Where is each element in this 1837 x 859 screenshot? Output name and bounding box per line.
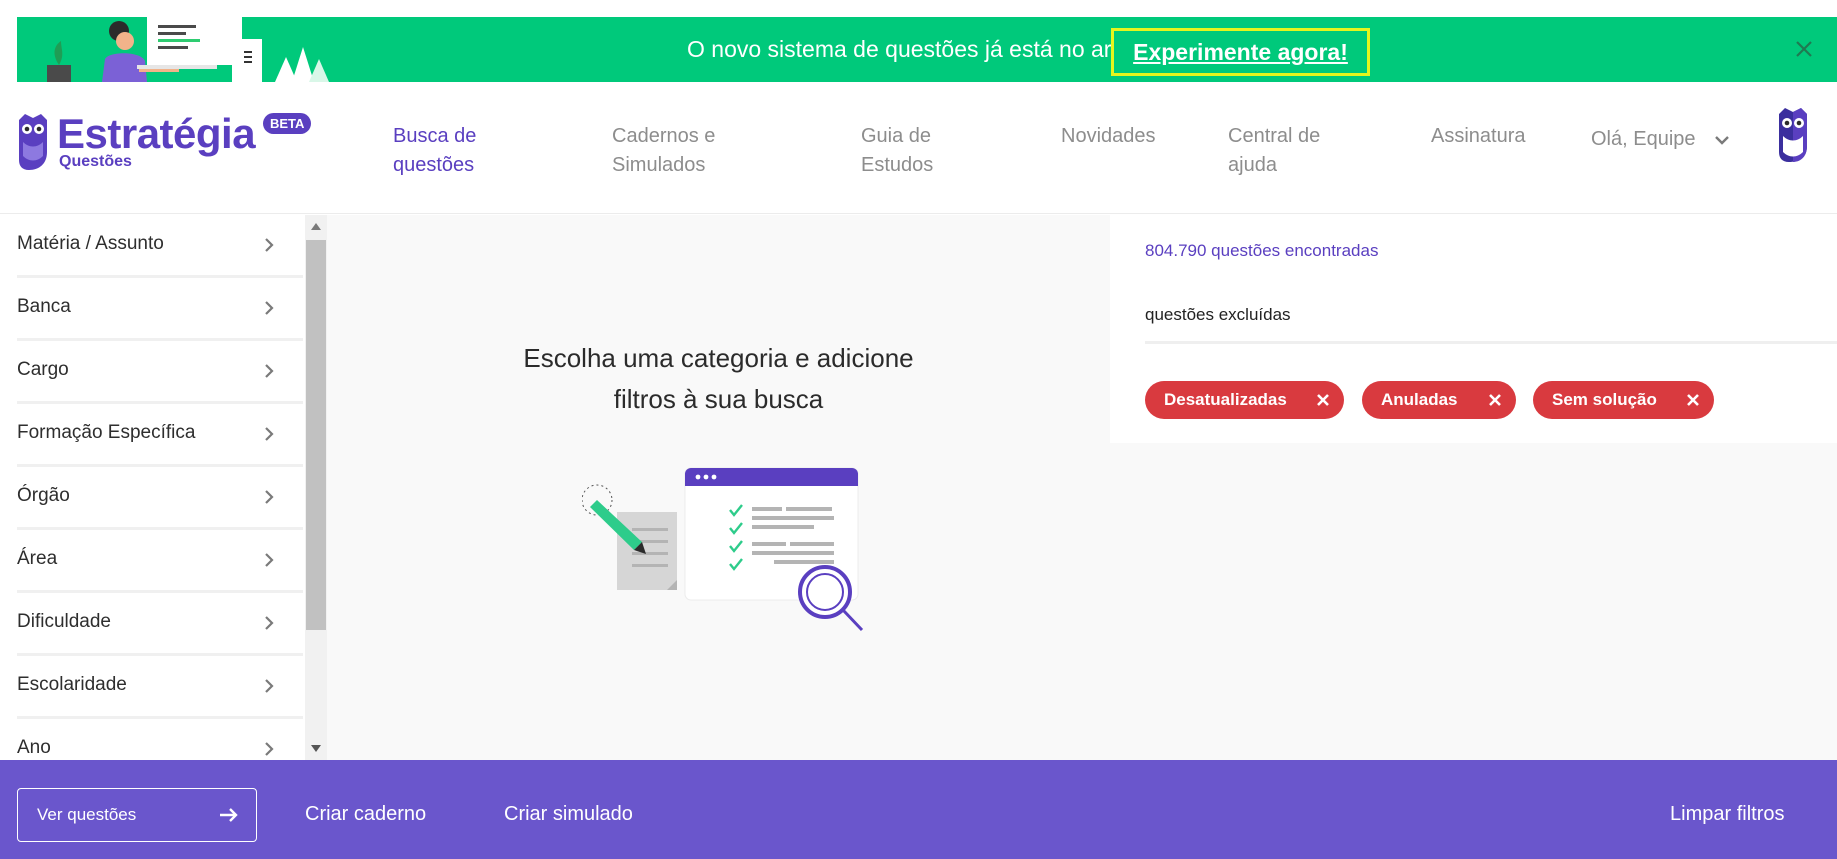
beta-badge: BETA xyxy=(263,113,312,134)
announcement-banner: O novo sistema de questões já está no ar… xyxy=(17,17,1837,82)
close-icon[interactable] xyxy=(1316,393,1330,407)
logo-subtitle: Questões xyxy=(59,153,132,170)
excluded-questions-title: questões excluídas xyxy=(1145,305,1291,324)
results-panel: 804.790 questões encontradas questões ex… xyxy=(1110,215,1837,760)
filter-label: Matéria / Assunto xyxy=(17,233,164,254)
filter-label: Ano xyxy=(17,737,51,758)
logo-title[interactable]: Estratégia xyxy=(57,110,256,158)
owl-logo-icon[interactable] xyxy=(17,112,49,172)
filter-cargo[interactable]: Cargo xyxy=(17,341,303,404)
close-icon[interactable] xyxy=(1791,36,1817,62)
filter-label: Cargo xyxy=(17,359,69,380)
scroll-down-arrow-icon[interactable] xyxy=(311,745,321,752)
top-header: Estratégia Questões BETA Busca de questõ… xyxy=(0,82,1837,214)
filter-materia-assunto[interactable]: Matéria / Assunto xyxy=(17,215,303,278)
filter-orgao[interactable]: Órgão xyxy=(17,467,303,530)
results-count: 804.790 questões encontradas xyxy=(1145,241,1379,260)
chevron-right-icon xyxy=(265,301,274,315)
chip-desatualizadas[interactable]: Desatualizadas xyxy=(1145,381,1344,419)
nav-assinatura[interactable]: Assinatura xyxy=(1431,122,1526,151)
filter-dificuldade[interactable]: Dificuldade xyxy=(17,593,303,656)
banner-message: O novo sistema de questões já está no ar xyxy=(687,36,1112,62)
close-icon[interactable] xyxy=(1488,393,1502,407)
nav-busca-de-questoes[interactable]: Busca de questões xyxy=(393,122,476,180)
chevron-right-icon xyxy=(265,616,274,630)
filter-label: Formação Específica xyxy=(17,422,196,443)
results-divider xyxy=(1145,341,1837,344)
chip-anuladas[interactable]: Anuladas xyxy=(1362,381,1516,419)
chevron-right-icon xyxy=(265,679,274,693)
chevron-right-icon xyxy=(265,238,274,252)
search-document-illustration-icon xyxy=(582,467,864,632)
filter-label: Dificuldade xyxy=(17,611,111,632)
chevron-right-icon xyxy=(265,490,274,504)
chevron-right-icon xyxy=(265,427,274,441)
chip-label: Anuladas xyxy=(1381,390,1458,409)
chip-label: Desatualizadas xyxy=(1164,390,1287,409)
chevron-right-icon xyxy=(265,553,274,567)
filter-escolaridade[interactable]: Escolaridade xyxy=(17,656,303,719)
chevron-down-icon[interactable] xyxy=(1713,133,1731,147)
filter-label: Escolaridade xyxy=(17,674,127,695)
chevron-right-icon xyxy=(265,364,274,378)
filter-label: Área xyxy=(17,548,58,569)
chip-label: Sem solução xyxy=(1552,390,1657,409)
nav-guia-de-estudos[interactable]: Guia de Estudos xyxy=(861,122,933,180)
ver-questoes-label: Ver questões xyxy=(37,805,137,824)
empty-state-heading: Escolha uma categoria e adicione filtros… xyxy=(523,343,914,414)
experimente-agora-link[interactable]: Experimente agora! xyxy=(1111,28,1370,76)
nav-central-de-ajuda[interactable]: Central de ajuda xyxy=(1228,122,1320,180)
filter-label: Banca xyxy=(17,296,71,317)
banner-illustration-icon xyxy=(47,17,329,82)
filter-sidebar: Matéria / Assunto Banca Cargo Formação E… xyxy=(0,215,305,760)
scroll-up-arrow-icon[interactable] xyxy=(311,223,321,230)
footer-action-bar: Ver questões Criar caderno Criar simulad… xyxy=(0,760,1837,859)
empty-state-panel: Escolha uma categoria e adicione filtros… xyxy=(327,215,1110,760)
filter-label: Órgão xyxy=(17,485,70,506)
limpar-filtros-button[interactable]: Limpar filtros xyxy=(1670,803,1784,826)
criar-caderno-button[interactable]: Criar caderno xyxy=(305,803,426,826)
sidebar-scrollbar[interactable] xyxy=(305,215,327,760)
filter-formacao-especifica[interactable]: Formação Específica xyxy=(17,404,303,467)
chevron-right-icon xyxy=(265,742,274,756)
criar-simulado-button[interactable]: Criar simulado xyxy=(504,803,633,826)
chip-sem-solucao[interactable]: Sem solução xyxy=(1533,381,1714,419)
arrow-right-icon xyxy=(220,808,238,822)
filter-area[interactable]: Área xyxy=(17,530,303,593)
nav-novidades[interactable]: Novidades xyxy=(1061,122,1156,151)
ver-questoes-button[interactable]: Ver questões xyxy=(17,788,257,842)
filter-ano[interactable]: Ano xyxy=(17,719,303,760)
scrollbar-thumb[interactable] xyxy=(306,240,326,630)
nav-cadernos-e-simulados[interactable]: Cadernos e Simulados xyxy=(612,122,715,180)
filter-banca[interactable]: Banca xyxy=(17,278,303,341)
user-menu-greeting[interactable]: Olá, Equipe xyxy=(1591,128,1696,151)
avatar[interactable] xyxy=(1777,106,1809,164)
close-icon[interactable] xyxy=(1686,393,1700,407)
